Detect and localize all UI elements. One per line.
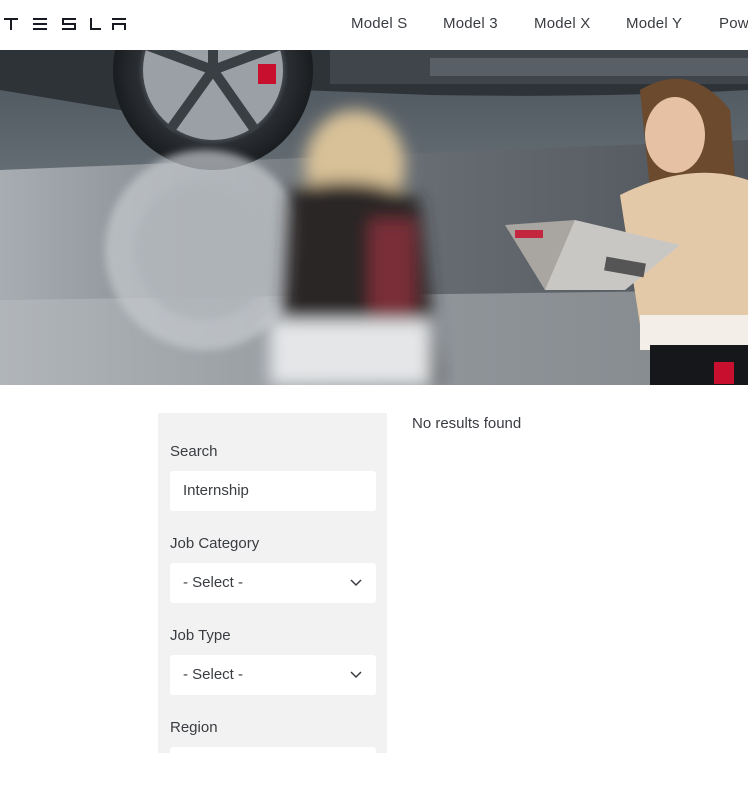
nav-model-s[interactable]: Model S bbox=[351, 15, 407, 32]
job-category-value: - Select - bbox=[183, 574, 244, 591]
job-category-label: Job Category bbox=[170, 535, 260, 552]
region-select[interactable] bbox=[170, 747, 376, 787]
job-filter-panel: Search Job Category - Select - Job Type … bbox=[158, 413, 387, 787]
nav-model-3[interactable]: Model 3 bbox=[443, 15, 498, 32]
job-type-label: Job Type bbox=[170, 627, 231, 644]
chevron-down-icon bbox=[350, 671, 362, 679]
no-results-message: No results found bbox=[412, 415, 522, 432]
nav-powerwall[interactable]: Powerwall bbox=[719, 15, 748, 32]
job-category-select[interactable]: - Select - bbox=[170, 563, 376, 603]
job-type-value: - Select - bbox=[183, 666, 244, 683]
search-label: Search bbox=[170, 443, 218, 460]
job-type-select[interactable]: - Select - bbox=[170, 655, 376, 695]
nav-model-y[interactable]: Model Y bbox=[626, 15, 682, 32]
site-header: Model S Model 3 Model X Model Y Powerwal… bbox=[0, 0, 748, 50]
search-input[interactable] bbox=[170, 471, 376, 511]
chevron-down-icon bbox=[350, 579, 362, 587]
tesla-logo[interactable] bbox=[4, 16, 126, 32]
region-label: Region bbox=[170, 719, 218, 736]
hero-image bbox=[0, 50, 748, 385]
nav-model-x[interactable]: Model X bbox=[534, 15, 590, 32]
